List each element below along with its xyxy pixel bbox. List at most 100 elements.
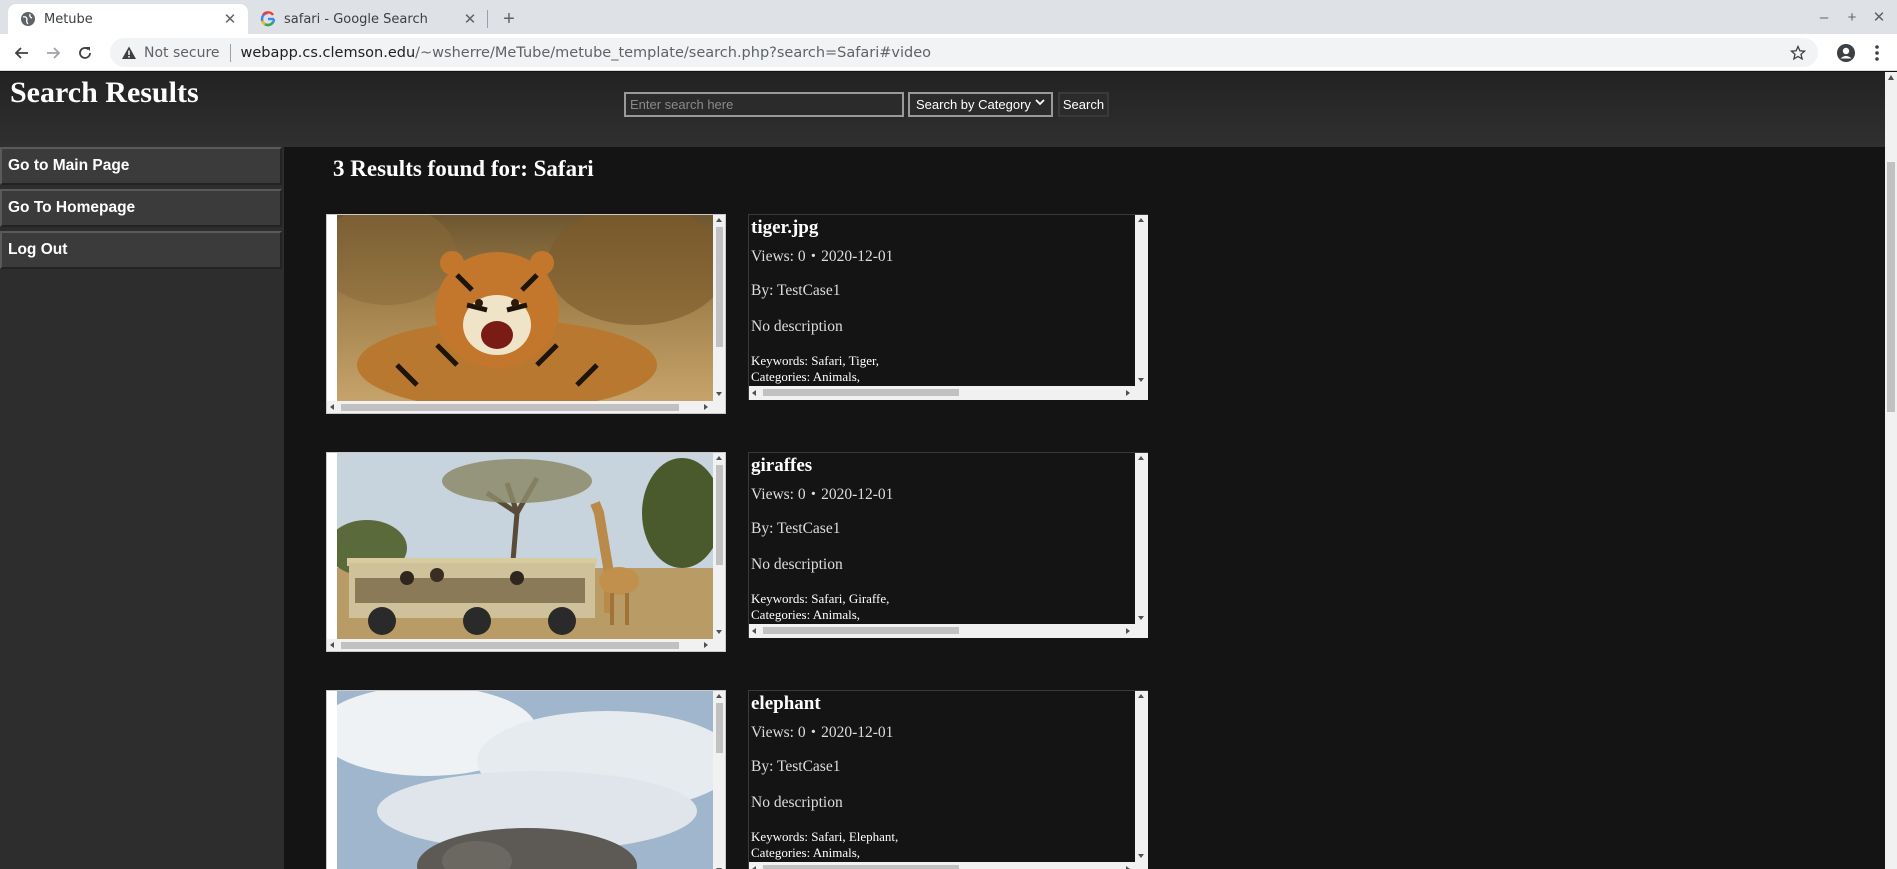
giraffe-safari-photo[interactable] bbox=[337, 453, 713, 639]
result-categories: Categories: Animals, bbox=[751, 607, 861, 622]
media-frame[interactable] bbox=[326, 690, 726, 869]
horizontal-scrollbar[interactable] bbox=[327, 639, 725, 651]
result-author: By: TestCase1 bbox=[751, 758, 841, 775]
scroll-right-arrow[interactable] bbox=[1126, 628, 1130, 634]
scroll-down-arrow[interactable] bbox=[716, 392, 722, 396]
scroll-thumb[interactable] bbox=[763, 389, 959, 396]
result-views-date: Views: 0・2020-12-01 bbox=[751, 486, 894, 503]
url-path: /~wsherre/MeTube/metube_template/search.… bbox=[415, 44, 931, 61]
address-bar[interactable]: Not secure webapp.cs.clemson.edu/~wsherr… bbox=[110, 38, 1818, 67]
globe-icon bbox=[20, 11, 36, 27]
scroll-thumb[interactable] bbox=[716, 227, 723, 347]
scroll-left-arrow[interactable] bbox=[752, 390, 756, 396]
close-window-icon[interactable]: ✕ bbox=[1866, 5, 1892, 29]
minimize-icon[interactable]: – bbox=[1811, 5, 1837, 29]
scroll-thumb[interactable] bbox=[716, 465, 723, 565]
media-frame[interactable] bbox=[326, 214, 726, 414]
scroll-right-arrow[interactable] bbox=[704, 642, 708, 648]
scroll-left-arrow[interactable] bbox=[330, 642, 334, 648]
search-button[interactable]: Search bbox=[1058, 92, 1109, 117]
browser-toolbar: Not secure webapp.cs.clemson.edu/~wsherr… bbox=[0, 34, 1897, 71]
new-tab-icon[interactable]: + bbox=[496, 6, 522, 32]
omnibox-divider bbox=[229, 43, 231, 62]
horizontal-scrollbar[interactable] bbox=[749, 386, 1148, 400]
category-select[interactable]: Search by Category bbox=[908, 92, 1053, 117]
result-categories: Categories: Animals, bbox=[751, 845, 861, 860]
scroll-thumb[interactable] bbox=[341, 404, 679, 411]
scroll-thumb[interactable] bbox=[1887, 162, 1895, 412]
tab-google-search[interactable]: safari - Google Search ✕ bbox=[248, 4, 488, 34]
result-info-panel: tiger.jpg Views: 0・2020-12-01 By: TestCa… bbox=[748, 214, 1148, 400]
page-header: Search Results Search by Category Search bbox=[0, 72, 1885, 147]
vertical-scrollbar[interactable] bbox=[713, 453, 725, 639]
vertical-scrollbar[interactable] bbox=[1135, 453, 1148, 624]
scroll-up-arrow[interactable] bbox=[1138, 694, 1144, 698]
url-host: webapp.cs.clemson.edu bbox=[240, 44, 416, 61]
category-select-value: Search by Category bbox=[916, 97, 1031, 112]
horizontal-scrollbar[interactable] bbox=[327, 401, 725, 413]
vertical-scrollbar[interactable] bbox=[1135, 215, 1148, 386]
scroll-up-arrow[interactable] bbox=[1888, 75, 1894, 80]
tab-separator bbox=[487, 10, 488, 28]
scroll-thumb[interactable] bbox=[341, 642, 679, 649]
close-tab-icon[interactable]: ✕ bbox=[220, 9, 240, 29]
media-frame[interactable] bbox=[326, 452, 726, 652]
scroll-thumb[interactable] bbox=[763, 627, 959, 634]
scroll-down-arrow[interactable] bbox=[1138, 854, 1144, 858]
browser-menu-icon[interactable] bbox=[1866, 40, 1888, 66]
result-title[interactable]: tiger.jpg bbox=[751, 217, 818, 239]
vertical-scrollbar[interactable] bbox=[713, 215, 725, 401]
elephant-photo[interactable] bbox=[337, 691, 713, 869]
search-input[interactable] bbox=[624, 92, 904, 117]
result-info-content: elephant Views: 0・2020-12-01 By: TestCas… bbox=[751, 691, 1135, 862]
scroll-thumb[interactable] bbox=[716, 703, 723, 753]
back-icon[interactable] bbox=[9, 40, 35, 66]
results-heading: 3 Results found for: Safari bbox=[333, 156, 594, 181]
result-title[interactable]: giraffes bbox=[751, 455, 812, 477]
scroll-up-arrow[interactable] bbox=[716, 694, 722, 698]
scroll-down-arrow[interactable] bbox=[716, 630, 722, 634]
scroll-down-arrow[interactable] bbox=[1138, 616, 1144, 620]
scroll-up-arrow[interactable] bbox=[1138, 456, 1144, 460]
result-description: No description bbox=[751, 556, 843, 573]
tiger-photo[interactable] bbox=[337, 215, 713, 401]
scroll-left-arrow[interactable] bbox=[330, 404, 334, 410]
scroll-up-arrow[interactable] bbox=[716, 218, 722, 222]
page-scrollbar[interactable] bbox=[1885, 72, 1897, 869]
scroll-up-arrow[interactable] bbox=[716, 456, 722, 460]
scroll-down-arrow[interactable] bbox=[1138, 378, 1144, 382]
result-title[interactable]: elephant bbox=[751, 693, 821, 715]
result-views-date: Views: 0・2020-12-01 bbox=[751, 248, 894, 265]
reload-icon[interactable] bbox=[72, 40, 98, 66]
result-item: elephant Views: 0・2020-12-01 By: TestCas… bbox=[326, 690, 1148, 869]
scroll-left-arrow[interactable] bbox=[752, 628, 756, 634]
bookmark-star-icon[interactable] bbox=[1788, 43, 1808, 63]
vertical-scrollbar[interactable] bbox=[1135, 691, 1148, 862]
horizontal-scrollbar[interactable] bbox=[749, 862, 1148, 869]
result-keywords: Keywords: Safari, Elephant, bbox=[751, 829, 899, 844]
vertical-scrollbar[interactable] bbox=[713, 691, 725, 869]
maximize-icon[interactable]: + bbox=[1839, 5, 1865, 29]
chevron-down-icon bbox=[1035, 97, 1045, 110]
page-title: Search Results bbox=[10, 76, 199, 109]
page-content: Search Results Search by Category Search… bbox=[0, 72, 1897, 869]
scroll-up-arrow[interactable] bbox=[1138, 218, 1144, 222]
result-description: No description bbox=[751, 794, 843, 811]
security-label[interactable]: Not secure bbox=[144, 45, 220, 61]
sidebar-item-log-out[interactable]: Log Out bbox=[0, 231, 282, 269]
sidebar-item-main-page[interactable]: Go to Main Page bbox=[0, 147, 282, 185]
warning-icon[interactable] bbox=[120, 44, 138, 62]
tab-metube[interactable]: Metube ✕ bbox=[8, 4, 248, 34]
result-item: tiger.jpg Views: 0・2020-12-01 By: TestCa… bbox=[326, 214, 1148, 414]
scroll-right-arrow[interactable] bbox=[704, 404, 708, 410]
forward-icon[interactable] bbox=[40, 40, 66, 66]
sidebar-item-homepage[interactable]: Go To Homepage bbox=[0, 189, 282, 227]
result-keywords: Keywords: Safari, Tiger, bbox=[751, 353, 880, 368]
scroll-thumb[interactable] bbox=[763, 865, 959, 869]
scroll-right-arrow[interactable] bbox=[1126, 390, 1130, 396]
result-views-date: Views: 0・2020-12-01 bbox=[751, 724, 894, 741]
google-icon bbox=[260, 11, 276, 27]
profile-avatar-icon[interactable] bbox=[1833, 40, 1859, 66]
horizontal-scrollbar[interactable] bbox=[749, 624, 1148, 638]
close-tab-icon[interactable]: ✕ bbox=[460, 9, 480, 29]
